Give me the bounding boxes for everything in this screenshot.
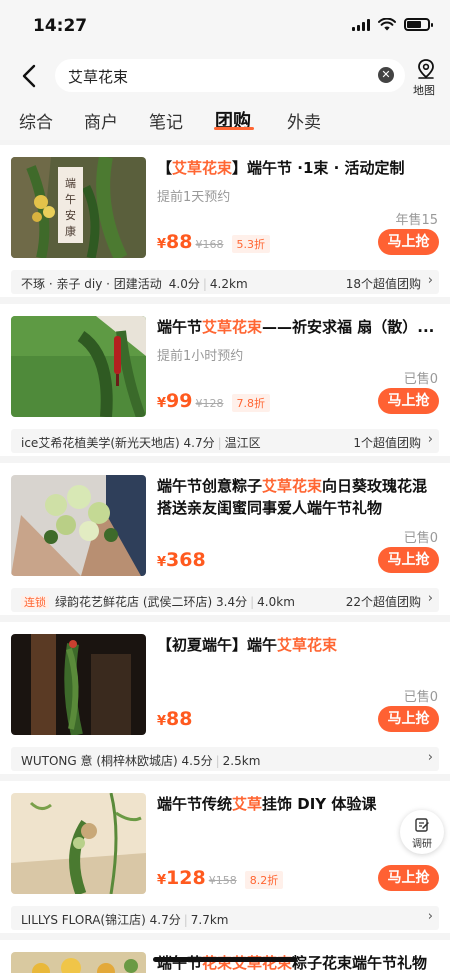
price-row: ¥368 (157, 549, 206, 571)
shop-info: 连锁 绿韵花艺鲜花店 (武侯二环店) 3.4分 | 4.0km (21, 593, 295, 610)
item-title: 端午节创意粽子艾草花束向日葵玫瑰花混搭送亲友闺蜜同事爱人端午节礼物 (157, 477, 428, 517)
tab-takeout[interactable]: 外卖 (287, 108, 321, 133)
product-image: 端 午 安 康 (11, 157, 146, 258)
chevron-right-icon: › (427, 591, 433, 606)
buy-now-button[interactable]: 马上抢 (378, 547, 439, 573)
buy-now-button[interactable]: 马上抢 (378, 865, 439, 891)
battery-icon (404, 18, 433, 31)
tab-comprehensive[interactable]: 综合 (19, 108, 53, 133)
price: ¥99 (157, 390, 193, 412)
list-item[interactable]: 端午节艾草花束——祈安求福 扇（散）... 提前1小时预约 已售0 ¥99 ¥1… (0, 304, 450, 456)
shop-bar[interactable]: WUTONG 意 (桐梓林欧城店) 4.5分 | 2.5km › (11, 747, 439, 771)
shop-info: LILLYS FLORA(锦江店) 4.7分 | 7.7km (21, 913, 229, 927)
price: ¥128 (157, 867, 206, 889)
item-title: 【艾草花束】端午节 ·1束 · 活动定制 (157, 159, 405, 177)
price: ¥88 (157, 231, 193, 253)
item-title: 端午节传统艾草挂饰 DIY 体验课 (157, 795, 377, 813)
sold-count: 已售0 (403, 690, 438, 705)
item-title: 端午节花束艾草花束粽子花束端午节礼物 (157, 954, 428, 972)
list-item[interactable]: 端午节传统艾草挂饰 DIY 体验课 ¥128 ¥158 8.2折 马上抢 LIL… (0, 781, 450, 933)
svg-text:安: 安 (65, 208, 76, 222)
wifi-icon (378, 18, 396, 31)
shop-info: ice艾希花植美学(新光天地店) 4.7分 | 温江区 (21, 436, 261, 450)
discount-badge: 8.2折 (244, 871, 284, 889)
status-time: 14:27 (33, 16, 88, 36)
svg-text:端: 端 (65, 177, 76, 190)
survey-label: 调研 (412, 839, 432, 850)
search-input[interactable]: 艾草花束 ✕ (55, 59, 405, 92)
back-arrow-icon[interactable] (16, 62, 44, 90)
list-item[interactable]: 【初夏端午】端午艾草花束 已售0 ¥88 马上抢 WUTONG 意 (桐梓林欧城… (0, 622, 450, 774)
chevron-right-icon: › (427, 750, 433, 765)
sold-count: 已售0 (403, 372, 438, 387)
discount-badge: 7.8折 (231, 394, 270, 412)
shop-bar[interactable]: 连锁 绿韵花艺鲜花店 (武侯二环店) 3.4分 | 4.0km 22个超值团购 › (11, 588, 439, 612)
svg-text:康: 康 (65, 224, 76, 238)
shop-info: WUTONG 意 (桐梓林欧城店) 4.5分 | 2.5km (21, 754, 261, 768)
original-price: ¥128 (195, 397, 224, 410)
search-query: 艾草花束 (68, 68, 129, 86)
shop-bar[interactable]: 不琢 · 亲子 diy · 团建活动 4.0分 | 4.2km 18个超值团购 › (11, 270, 439, 294)
shop-info: 不琢 · 亲子 diy · 团建活动 4.0分 | 4.2km (21, 277, 248, 291)
chevron-right-icon: › (427, 273, 433, 288)
booking-note: 提前1天预约 (157, 190, 231, 205)
buy-now-button[interactable]: 马上抢 (378, 229, 439, 255)
deal-count: 22个超值团购 (345, 595, 421, 609)
search-header: 艾草花束 ✕ 地图 (0, 52, 450, 100)
svg-text:午: 午 (65, 193, 76, 206)
buy-now-button[interactable]: 马上抢 (378, 388, 439, 414)
product-image (11, 793, 146, 894)
sold-count: 年售15 (395, 213, 438, 228)
price-row: ¥88 ¥168 5.3折 (157, 231, 270, 253)
chevron-right-icon: › (427, 909, 433, 924)
list-item[interactable]: 端午节创意粽子艾草花束向日葵玫瑰花混搭送亲友闺蜜同事爱人端午节礼物 已售0 ¥3… (0, 463, 450, 615)
chevron-right-icon: › (427, 432, 433, 447)
deal-count: 1个超值团购 (353, 436, 421, 450)
tab-merchants[interactable]: 商户 (84, 108, 118, 133)
price: ¥88 (157, 708, 193, 730)
booking-note: 提前1小时预约 (157, 349, 244, 364)
map-pin-icon (418, 59, 434, 79)
clear-search-icon[interactable]: ✕ (378, 67, 394, 83)
product-image (11, 952, 146, 973)
item-title: 【初夏端午】端午艾草花束 (157, 636, 338, 654)
price-row: ¥128 ¥158 8.2折 (157, 867, 284, 889)
status-icons (352, 18, 433, 31)
home-indicator (153, 957, 297, 962)
signal-icon (352, 18, 370, 31)
list-item[interactable]: 端 午 安 康 【艾草花束】端午节 ·1束 · 活动定制 提前1天预约 年售15… (0, 145, 450, 297)
chain-badge: 连锁 (21, 596, 49, 609)
product-image (11, 634, 146, 735)
tab-notes[interactable]: 笔记 (149, 108, 183, 133)
buy-now-button[interactable]: 马上抢 (378, 706, 439, 732)
shop-bar[interactable]: LILLYS FLORA(锦江店) 4.7分 | 7.7km › (11, 906, 439, 930)
original-price: ¥158 (208, 874, 237, 887)
survey-button[interactable]: 调研 (400, 810, 444, 854)
discount-badge: 5.3折 (231, 235, 270, 253)
original-price: ¥168 (195, 238, 224, 251)
category-tabs: 综合 商户 笔记 团购 外卖 (0, 100, 450, 140)
active-tab-indicator (214, 127, 254, 130)
price: ¥368 (157, 549, 206, 571)
price-row: ¥88 (157, 708, 193, 730)
shop-bar[interactable]: ice艾希花植美学(新光天地店) 4.7分 | 温江区 1个超值团购 › (11, 429, 439, 453)
sold-count: 已售0 (403, 531, 438, 546)
status-bar: 14:27 (0, 0, 450, 52)
product-image (11, 316, 146, 417)
product-image (11, 475, 146, 576)
item-title: 端午节艾草花束——祈安求福 扇（散）... (157, 318, 435, 336)
edit-note-icon (415, 818, 429, 832)
map-label: 地图 (413, 84, 435, 97)
price-row: ¥99 ¥128 7.8折 (157, 390, 270, 412)
map-button[interactable]: 地图 (406, 56, 446, 97)
deal-count: 18个超值团购 (345, 277, 421, 291)
